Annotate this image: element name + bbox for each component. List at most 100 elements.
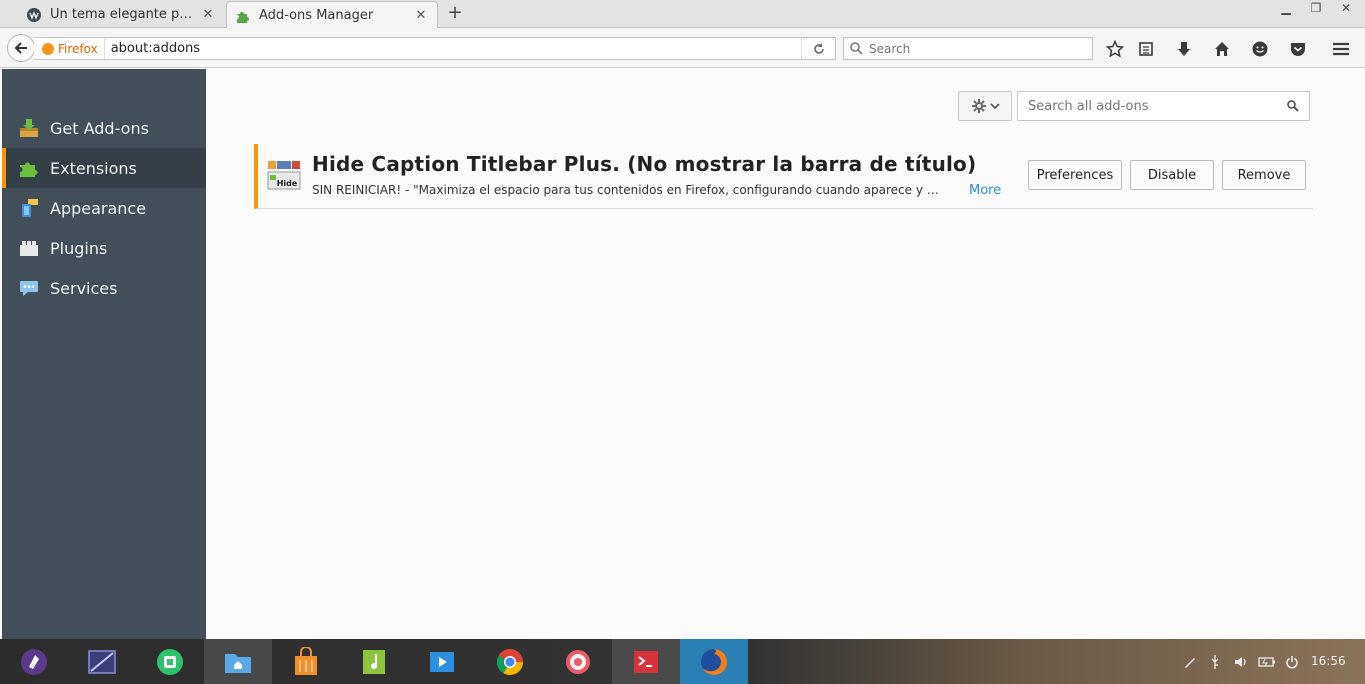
disable-button[interactable]: Disable: [1130, 160, 1214, 190]
pocket-icon: [1291, 43, 1305, 56]
usb-tray-icon[interactable]: [1206, 653, 1224, 671]
minimize-button[interactable]: ▁: [1274, 0, 1298, 18]
sidebar-item-appearance[interactable]: Appearance: [2, 188, 206, 228]
taskbar-store[interactable]: [136, 639, 204, 684]
taskbar-music[interactable]: [340, 639, 408, 684]
puzzle-piece-icon: [18, 157, 40, 179]
url-text[interactable]: about:addons: [105, 41, 801, 56]
clock[interactable]: 16:56: [1311, 654, 1346, 668]
sidebar-item-label: Plugins: [50, 238, 108, 258]
restore-button[interactable]: ❐: [1304, 0, 1328, 18]
download-arrow-icon: [1178, 42, 1190, 56]
sidebar-item-label: Get Add-ons: [50, 118, 149, 138]
chrome-icon: [496, 648, 524, 675]
tab-title: Un tema elegante para ...: [50, 7, 200, 22]
preferences-button[interactable]: Preferences: [1028, 160, 1122, 190]
url-bar[interactable]: Firefox about:addons: [34, 37, 836, 60]
addon-search-input[interactable]: [1028, 98, 1287, 114]
web-search-input[interactable]: [869, 41, 1069, 56]
firefox-logo-icon: [42, 42, 54, 55]
addon-search-box[interactable]: [1017, 91, 1310, 121]
sidebar-item-label: Services: [50, 278, 118, 298]
sidebar-item-plugins[interactable]: Plugins: [2, 228, 206, 268]
music-icon: [363, 649, 385, 674]
home-button[interactable]: [1211, 38, 1233, 60]
star-icon: [1106, 40, 1124, 58]
tab-addons-manager[interactable]: Add-ons Manager ✕: [226, 1, 438, 29]
tools-menu-button[interactable]: [958, 91, 1012, 121]
reload-icon: [813, 42, 824, 54]
addon-more-link[interactable]: More: [969, 183, 1001, 198]
identity-box[interactable]: Firefox: [34, 38, 105, 59]
home-icon: [1215, 42, 1229, 56]
settings-icon: [566, 649, 590, 674]
chevron-down-icon: [989, 103, 1000, 110]
gear-icon: [971, 99, 986, 113]
os-taskbar: 16:56: [0, 639, 1365, 684]
addon-list-item[interactable]: Hide Hide Caption Titlebar Plus. (No mos…: [254, 144, 1313, 209]
sidebar-item-get-addons[interactable]: Get Add-ons: [2, 108, 206, 148]
wordpress-favicon-icon: [26, 7, 42, 23]
addon-name: Hide Caption Titlebar Plus. (No mostrar …: [312, 152, 977, 176]
addon-logo-icon: Hide: [266, 159, 302, 191]
files-icon: [225, 653, 251, 673]
close-window-button[interactable]: ✕: [1334, 0, 1358, 18]
pen-tray-icon[interactable]: [1181, 653, 1199, 671]
taskbar-screenshot[interactable]: [68, 639, 136, 684]
categories-sidebar: Get Add-ons Extensions Appearance Plugin…: [2, 69, 206, 639]
launcher-icon: [21, 648, 47, 675]
addons-list-pane: Hide Hide Caption Titlebar Plus. (No mos…: [206, 69, 1363, 639]
addon-description: SIN REINICIAR! - "Maximiza el espacio pa…: [312, 183, 946, 197]
search-icon: [1287, 100, 1299, 112]
taskbar-firefox[interactable]: [680, 639, 748, 684]
new-tab-button[interactable]: +: [444, 3, 466, 25]
taskbar-shop[interactable]: [272, 639, 340, 684]
tab-title: Add-ons Manager: [259, 8, 374, 23]
video-icon: [430, 651, 454, 672]
paint-roller-icon: [18, 197, 40, 219]
search-icon: [850, 42, 863, 55]
screenshot-icon: [88, 649, 116, 674]
hello-chat-button[interactable]: [1249, 38, 1271, 60]
firefox-icon: [701, 648, 728, 675]
taskbar-terminal[interactable]: [612, 639, 680, 684]
battery-tray-icon[interactable]: [1258, 653, 1276, 671]
taskbar-chrome[interactable]: [476, 639, 544, 684]
store-icon: [157, 648, 183, 675]
back-button[interactable]: [7, 34, 35, 62]
hamburger-menu-button[interactable]: [1330, 38, 1352, 60]
terminal-icon: [634, 650, 658, 673]
sidebar-item-label: Extensions: [50, 158, 137, 178]
power-tray-icon[interactable]: [1283, 653, 1301, 671]
bookmark-star-button[interactable]: [1104, 38, 1126, 60]
hamburger-icon: [1333, 42, 1349, 56]
web-search-box[interactable]: [843, 37, 1093, 60]
shop-icon: [295, 646, 317, 675]
taskbar-launcher[interactable]: [0, 639, 68, 684]
bookmarks-menu-button[interactable]: [1135, 38, 1157, 60]
taskbar-video[interactable]: [408, 639, 476, 684]
taskbar-files[interactable]: [204, 639, 272, 684]
smiley-chat-icon: [1252, 41, 1268, 57]
back-arrow-icon: [14, 42, 27, 54]
identity-label: Firefox: [58, 41, 98, 56]
tab-close-icon[interactable]: ✕: [200, 7, 216, 22]
downloads-button[interactable]: [1173, 38, 1195, 60]
sidebar-item-label: Appearance: [50, 198, 147, 218]
tab-close-icon[interactable]: ✕: [413, 8, 429, 23]
chat-bubble-icon: [18, 277, 40, 299]
tab-strip: Un tema elegante para ... ✕ Add-ons Mana…: [0, 0, 1365, 29]
pocket-button[interactable]: [1287, 38, 1309, 60]
reload-button[interactable]: [801, 38, 835, 59]
download-box-icon: [18, 117, 40, 139]
volume-tray-icon[interactable]: [1232, 653, 1250, 671]
addon-logo-text: Hide: [277, 179, 298, 188]
remove-button[interactable]: Remove: [1222, 160, 1306, 190]
navigation-toolbar: Firefox about:addons: [0, 28, 1365, 68]
tab-un-tema-elegante[interactable]: Un tema elegante para ... ✕: [18, 1, 224, 28]
taskbar-settings[interactable]: [544, 639, 612, 684]
bookmarks-list-icon: [1139, 42, 1153, 56]
sidebar-item-extensions[interactable]: Extensions: [2, 148, 206, 188]
puzzle-piece-favicon-icon: [235, 8, 251, 24]
sidebar-item-services[interactable]: Services: [2, 268, 206, 308]
